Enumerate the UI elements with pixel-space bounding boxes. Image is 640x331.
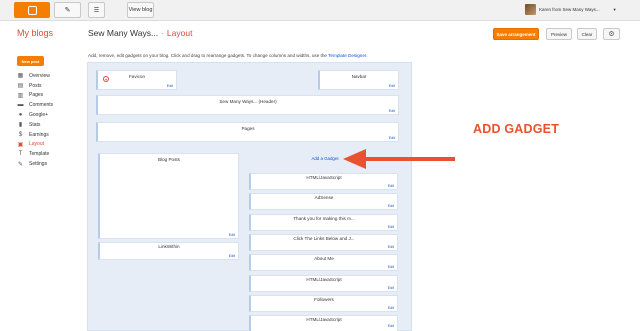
arrow-head [343,149,366,169]
add-gadget-annotation: ADD GADGET [473,122,560,136]
annotation-arrow [343,149,455,169]
